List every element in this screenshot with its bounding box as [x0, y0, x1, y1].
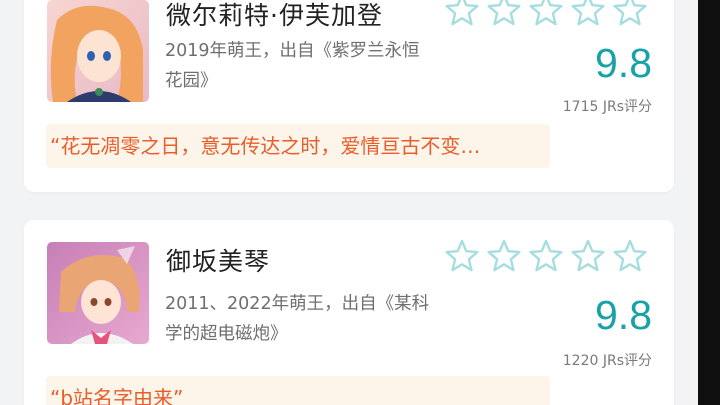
star-rating[interactable] [444, 238, 654, 278]
screen: 微尔莉特·伊芙加登 2019年萌王，出自《紫罗兰永恒花园》 9.8 1715 J… [0, 0, 698, 405]
star-outline-icon[interactable] [528, 238, 564, 274]
score-value: 9.8 [595, 292, 652, 338]
star-outline-icon[interactable] [570, 238, 606, 274]
character-name[interactable]: 御坂美琴 [166, 242, 270, 278]
character-card[interactable]: 御坂美琴 2011、2022年萌王，出自《某科学的超电磁炮》 9.8 1220 … [24, 220, 674, 405]
character-description: 2019年萌王，出自《紫罗兰永恒花园》 [165, 41, 420, 91]
star-outline-icon[interactable] [570, 0, 606, 28]
star-outline-icon[interactable] [612, 0, 648, 28]
star-outline-icon[interactable] [612, 238, 648, 274]
character-name[interactable]: 微尔莉特·伊芙加登 [166, 0, 383, 32]
rating-count: 1220 JRs评分 [562, 353, 652, 369]
star-outline-icon[interactable] [486, 238, 522, 274]
screen-edge [698, 0, 720, 405]
character-description: 2011、2022年萌王，出自《某科学的超电磁炮》 [165, 294, 430, 344]
star-outline-icon[interactable] [444, 238, 480, 274]
star-outline-icon[interactable] [528, 0, 564, 28]
top-comment-quote[interactable]: “花无凋零之日，意无传达之时，爱情亘古不变… [46, 124, 550, 168]
character-card[interactable]: 微尔莉特·伊芙加登 2019年萌王，出自《紫罗兰永恒花园》 9.8 1715 J… [24, 0, 674, 192]
top-comment-quote[interactable]: “b站名字由来” [46, 376, 550, 405]
rating-count: 1715 JRs评分 [562, 99, 652, 115]
star-outline-icon[interactable] [444, 0, 480, 28]
star-outline-icon[interactable] [486, 0, 522, 28]
character-avatar[interactable] [47, 242, 149, 344]
star-rating[interactable] [444, 0, 654, 32]
character-avatar[interactable] [47, 0, 149, 102]
score-value: 9.8 [595, 40, 652, 86]
